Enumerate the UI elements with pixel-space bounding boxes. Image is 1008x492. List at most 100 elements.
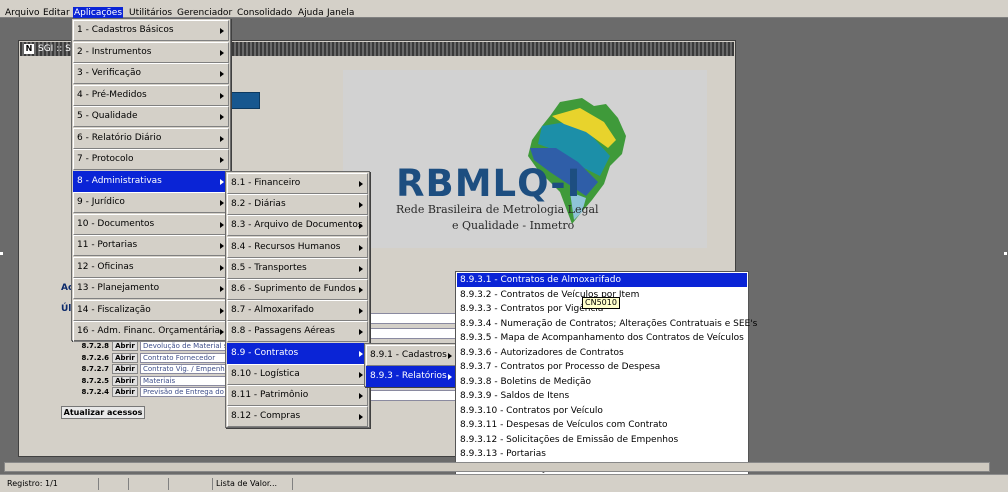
menu-aplicacoes-item-5[interactable]: 6 - Relatório Diário: [73, 127, 229, 149]
menu-item-label: 1 - Cadastros Básicos: [77, 25, 174, 35]
access-code: 8.7.2.6: [81, 353, 109, 362]
menu-aplicacoes-item-12[interactable]: 13 - Planejamento: [73, 278, 229, 299]
status-cell-4: [168, 478, 212, 490]
menu-administrativas-item-0[interactable]: 8.1 - Financeiro: [227, 173, 368, 194]
menu-contratos-item-1[interactable]: 8.9.3 - Relatórios: [366, 366, 457, 387]
menu-aplicacoes-item-2[interactable]: 3 - Verificação: [73, 63, 229, 84]
menu-administrativas-item-11[interactable]: 8.12 - Compras: [227, 406, 368, 428]
menu-administrativas-item-5[interactable]: 8.6 - Suprimento de Fundos: [227, 279, 368, 300]
horizontal-scrollbar[interactable]: [4, 462, 990, 472]
menu-aplicacoes-item-7[interactable]: 8 - Administrativas: [73, 170, 229, 192]
menubar-item-janela[interactable]: Janela: [326, 7, 355, 19]
menu-administrativas: 8.1 - Financeiro 8.2 - Diárias 8.3 - Arqui…: [225, 171, 370, 428]
menu-administrativas-item-4[interactable]: 8.5 - Transportes: [227, 257, 368, 279]
menu-aplicacoes-item-0[interactable]: 1 - Cadastros Básicos: [73, 20, 229, 41]
menu-administrativas-item-3[interactable]: 8.4 - Recursos Humanos: [227, 236, 368, 258]
submenu-arrow-icon: [359, 371, 363, 378]
menu-aplicacoes-item-11[interactable]: 12 - Oficinas: [73, 256, 229, 278]
open-button[interactable]: Abrir: [112, 375, 138, 386]
relatorio-item-8[interactable]: 8.9.3.9 - Saldos de Itens: [457, 389, 747, 403]
relatorio-item-10[interactable]: 8.9.3.11 - Despesas de Veículos com Cont…: [457, 418, 747, 432]
submenu-arrow-icon: [359, 244, 363, 251]
menu-aplicacoes-item-3[interactable]: 4 - Pré-Medidos: [73, 84, 229, 106]
menu-aplicacoes-item-9[interactable]: 10 - Documentos: [73, 213, 229, 235]
access-description: Previsão de Entrega do: [140, 387, 230, 397]
open-button[interactable]: Abrir: [112, 364, 138, 374]
field-3[interactable]: [370, 390, 456, 401]
access-description: Contrato Vig. / Empenho: [140, 364, 230, 374]
submenu-arrow-icon: [220, 157, 224, 163]
logo-subtitle-2: e Qualidade - Inmetro: [452, 219, 575, 232]
menu-item-label: 8.9.3 - Relatórios: [370, 371, 447, 381]
access-row: 8.7.2.5 Abrir Materiais: [80, 375, 232, 386]
submenu-arrow-icon: [220, 178, 224, 185]
menu-administrativas-item-6[interactable]: 8.7 - Almoxarifado: [227, 300, 368, 322]
relatorio-item-9[interactable]: 8.9.3.10 - Contratos por Veículo: [457, 404, 747, 418]
menu-item-label: 8 - Administrativas: [77, 175, 162, 186]
open-button[interactable]: Abrir: [112, 352, 138, 363]
logo-text: RBMLQ-I: [396, 162, 582, 205]
menu-item-label: 2 - Instrumentos: [77, 46, 152, 57]
menubar-item-consolidado[interactable]: Consolidado: [236, 7, 293, 19]
menu-contratos: 8.9.1 - Cadastros 8.9.3 - Relatórios: [364, 343, 459, 387]
submenu-arrow-icon: [359, 329, 363, 336]
menu-item-label: 8.1 - Financeiro: [231, 178, 301, 188]
submenu-arrow-icon: [220, 243, 224, 249]
menu-aplicacoes-item-14[interactable]: 16 - Adm. Financ. Orçamentária: [73, 321, 229, 342]
submenu-arrow-icon: [220, 28, 224, 34]
menu-contratos-item-0[interactable]: 8.9.1 - Cadastros: [366, 345, 457, 366]
update-access-button[interactable]: Atualizar acessos: [61, 406, 145, 419]
submenu-arrow-icon: [359, 393, 363, 399]
menu-item-label: 8.4 - Recursos Humanos: [231, 241, 341, 252]
menu-item-label: 11 - Portarias: [77, 240, 138, 250]
menu-administrativas-item-2[interactable]: 8.3 - Arquivo de Documentos: [227, 215, 368, 237]
submenu-arrow-icon: [359, 350, 363, 357]
menu-administrativas-item-10[interactable]: 8.11 - Patrimônio: [227, 385, 368, 406]
field-1[interactable]: [370, 313, 456, 324]
submenu-arrow-icon: [359, 202, 363, 209]
menu-aplicacoes-item-10[interactable]: 11 - Portarias: [73, 235, 229, 256]
submenu-arrow-icon: [359, 287, 363, 293]
menu-aplicacoes-item-8[interactable]: 9 - Jurídico: [73, 192, 229, 213]
field-2[interactable]: [370, 328, 456, 339]
menu-administrativas-item-7[interactable]: 8.8 - Passagens Aéreas: [227, 321, 368, 343]
relatorio-item-12[interactable]: 8.9.3.13 - Portarias: [457, 447, 747, 461]
menu-aplicacoes: 1 - Cadastros Básicos 2 - Instrumentos 3 -…: [71, 18, 231, 342]
submenu-arrow-icon: [448, 374, 452, 380]
menu-item-label: 8.12 - Compras: [231, 411, 301, 422]
menu-item-label: 4 - Pré-Medidos: [77, 89, 147, 100]
menu-aplicacoes-item-6[interactable]: 7 - Protocolo: [73, 149, 229, 170]
relatorio-item-3[interactable]: 8.9.3.4 - Numeração de Contratos; Altera…: [457, 317, 757, 331]
menu-item-label: 16 - Adm. Financ. Orçamentária: [77, 326, 221, 336]
menu-administrativas-item-9[interactable]: 8.10 - Logística: [227, 363, 368, 385]
menu-item-label: 12 - Oficinas: [77, 261, 134, 272]
menu-aplicacoes-item-13[interactable]: 14 - Fiscalização: [73, 299, 229, 321]
submenu-arrow-icon: [220, 71, 224, 77]
menubar-item-editar[interactable]: Editar: [42, 7, 71, 19]
submenu-arrow-icon: [448, 353, 452, 359]
menu-item-label: 8.3 - Arquivo de Documentos: [231, 220, 363, 231]
relatorio-item-0[interactable]: 8.9.3.1 - Contratos de Almoxarifado: [457, 273, 747, 287]
submenu-arrow-icon: [220, 264, 224, 271]
menu-administrativas-item-1[interactable]: 8.2 - Diárias: [227, 194, 368, 216]
menu-item-label: 8.10 - Logística: [231, 368, 300, 379]
relatorio-item-6[interactable]: 8.9.3.7 - Contratos por Processo de Desp…: [457, 360, 747, 374]
menu-administrativas-item-8[interactable]: 8.9 - Contratos: [227, 342, 368, 364]
open-button[interactable]: Abrir: [112, 387, 138, 397]
open-button[interactable]: Abrir: [112, 341, 138, 351]
submenu-arrow-icon: [359, 308, 363, 315]
relatorio-item-5[interactable]: 8.9.3.6 - Autorizadores de Contratos: [457, 346, 747, 360]
menu-item-label: 5 - Qualidade: [77, 111, 138, 121]
relatorio-item-4[interactable]: 8.9.3.5 - Mapa de Acompanhamento dos Con…: [457, 331, 747, 345]
menubar-item-arquivo[interactable]: Arquivo: [4, 7, 40, 19]
relatorio-item-11[interactable]: 8.9.3.12 - Solicitações de Emissão de Em…: [457, 433, 747, 447]
menu-item-label: 7 - Protocolo: [77, 154, 134, 164]
menubar-item-ajuda[interactable]: Ajuda: [297, 7, 325, 19]
menu-aplicacoes-item-4[interactable]: 5 - Qualidade: [73, 106, 229, 127]
status-lov: Lista de Valor...: [212, 478, 292, 490]
menu-aplicacoes-item-1[interactable]: 2 - Instrumentos: [73, 41, 229, 63]
menu-item-label: 13 - Planejamento: [77, 283, 160, 293]
submenu-arrow-icon: [220, 135, 224, 142]
submenu-arrow-icon: [220, 221, 224, 228]
relatorio-item-7[interactable]: 8.9.3.8 - Boletins de Medição: [457, 375, 747, 389]
